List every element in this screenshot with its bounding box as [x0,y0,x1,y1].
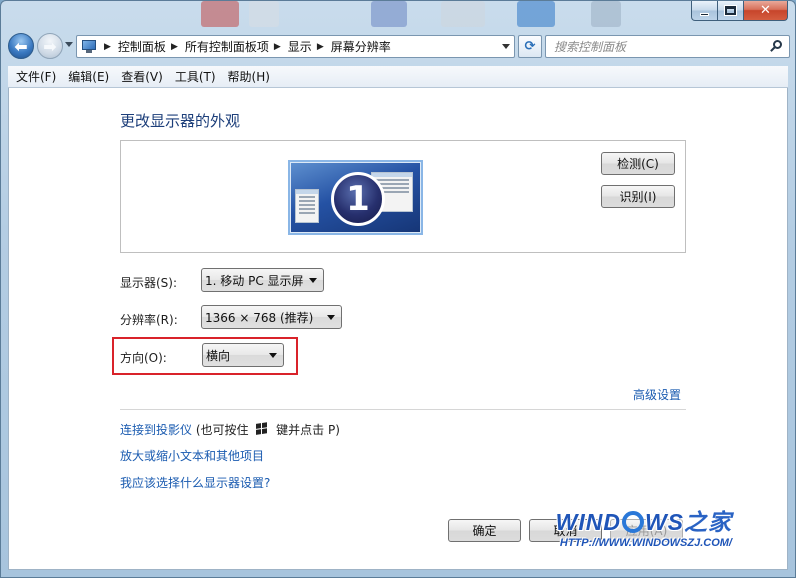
watermark-suffix: 之家 [684,509,732,535]
windows-logo-icon [256,422,268,436]
breadcrumb-separator-icon[interactable]: ▶ [317,42,324,52]
orientation-label: 方向(O): [120,351,167,365]
connect-projector-link[interactable]: 连接到投影仪 [120,423,192,437]
breadcrumb-screen-resolution[interactable]: 屏幕分辨率 [331,38,391,55]
refresh-icon: ⟳ [524,39,536,54]
menu-file[interactable]: 文件(F) [10,68,62,85]
breadcrumb-separator-icon[interactable]: ▶ [104,42,111,52]
watermark-text-1: WIND [555,509,621,535]
chevron-down-icon [327,315,335,320]
address-bar[interactable]: ▶ 控制面板 ▶ 所有控制面板项 ▶ 显示 ▶ 屏幕分辨率 [76,35,515,58]
watermark-logo: WIND WS之家 [556,503,732,537]
display-preview-panel: 1 检测(C) 识别(I) [120,140,686,253]
display-label: 显示器(S): [120,276,178,290]
recent-pages-dropdown[interactable] [65,42,73,47]
control-panel-icon [81,39,99,54]
search-box[interactable] [545,35,790,58]
minimize-button[interactable] [691,1,718,21]
projector-hint-text-end: 键并点击 P) [272,423,340,437]
menu-bar: 文件(F) 编辑(E) 查看(V) 工具(T) 帮助(H) [8,66,788,88]
ok-button[interactable]: 确定 [448,519,521,542]
menu-tools[interactable]: 工具(T) [169,68,222,85]
watermark-text-2: WS [644,509,684,535]
aero-glass-background [161,1,681,27]
display-select[interactable]: 1. 移动 PC 显示屏 [201,268,324,292]
chevron-down-icon [269,353,277,358]
orientation-select[interactable]: 横向 [202,343,284,367]
forward-button[interactable]: ➡ [37,33,63,59]
breadcrumb-display[interactable]: 显示 [288,38,312,55]
watermark-o-icon [621,511,644,533]
resolution-select[interactable]: 1366 × 768 (推荐) [201,305,342,329]
projector-row: 连接到投影仪 (也可按住 键并点击 P) [120,421,340,438]
caption-buttons: ✕ [691,1,788,21]
close-icon: ✕ [760,3,771,18]
back-button[interactable]: ⬅ [8,33,34,59]
minimize-icon [700,12,709,16]
chevron-down-icon [309,278,317,283]
breadcrumb-control-panel[interactable]: 控制面板 [118,38,166,55]
menu-help[interactable]: 帮助(H) [222,68,276,85]
search-input[interactable] [554,39,764,54]
monitor-screen: 1 [291,163,420,232]
identify-button[interactable]: 识别(I) [601,185,675,208]
breadcrumb-separator-icon[interactable]: ▶ [171,42,178,52]
site-watermark: WIND WS之家 HTTP://WWW.WINDOWSZJ.COM/ [556,503,732,549]
mini-window-left [295,189,319,223]
address-dropdown-icon[interactable] [502,44,510,49]
refresh-button[interactable]: ⟳ [518,35,542,58]
display-select-value: 1. 移动 PC 显示屏 [205,273,304,288]
page-title: 更改显示器的外观 [120,112,241,130]
text-size-link[interactable]: 放大或缩小文本和其他项目 [120,447,264,464]
forward-arrow-icon: ➡ [43,36,57,56]
close-button[interactable]: ✕ [744,1,788,21]
maximize-button[interactable] [718,1,744,21]
advanced-settings-link[interactable]: 高级设置 [633,386,681,403]
window-frame: ✕ ⬅ ➡ ▶ 控制面板 ▶ 所有控制面板项 ▶ 显示 ▶ 屏幕分辨率 ⟳ 文件… [0,0,796,578]
monitor-number-badge: 1 [331,172,385,226]
divider [120,409,686,410]
breadcrumb-separator-icon[interactable]: ▶ [274,42,281,52]
monitor-1-tile[interactable]: 1 [288,160,423,235]
watermark-url: HTTP://WWW.WINDOWSZJ.COM/ [559,537,732,549]
resolution-select-value: 1366 × 768 (推荐) [205,310,314,325]
back-arrow-icon: ⬅ [14,36,28,56]
orientation-select-value: 横向 [206,348,231,363]
detect-button[interactable]: 检测(C) [601,152,675,175]
maximize-icon [725,6,736,15]
menu-view[interactable]: 查看(V) [115,68,169,85]
search-icon[interactable] [770,40,783,53]
content-pane: 更改显示器的外观 1 检测(C) 识别(I) 显示器(S): 1. 移动 PC … [8,88,788,570]
menu-edit[interactable]: 编辑(E) [62,68,115,85]
which-settings-link[interactable]: 我应该选择什么显示器设置? [120,474,270,491]
navigation-bar: ⬅ ➡ ▶ 控制面板 ▶ 所有控制面板项 ▶ 显示 ▶ 屏幕分辨率 ⟳ [8,32,790,60]
breadcrumb-all-items[interactable]: 所有控制面板项 [185,38,269,55]
projector-hint-text: (也可按住 [192,423,253,437]
resolution-label: 分辨率(R): [120,313,178,327]
